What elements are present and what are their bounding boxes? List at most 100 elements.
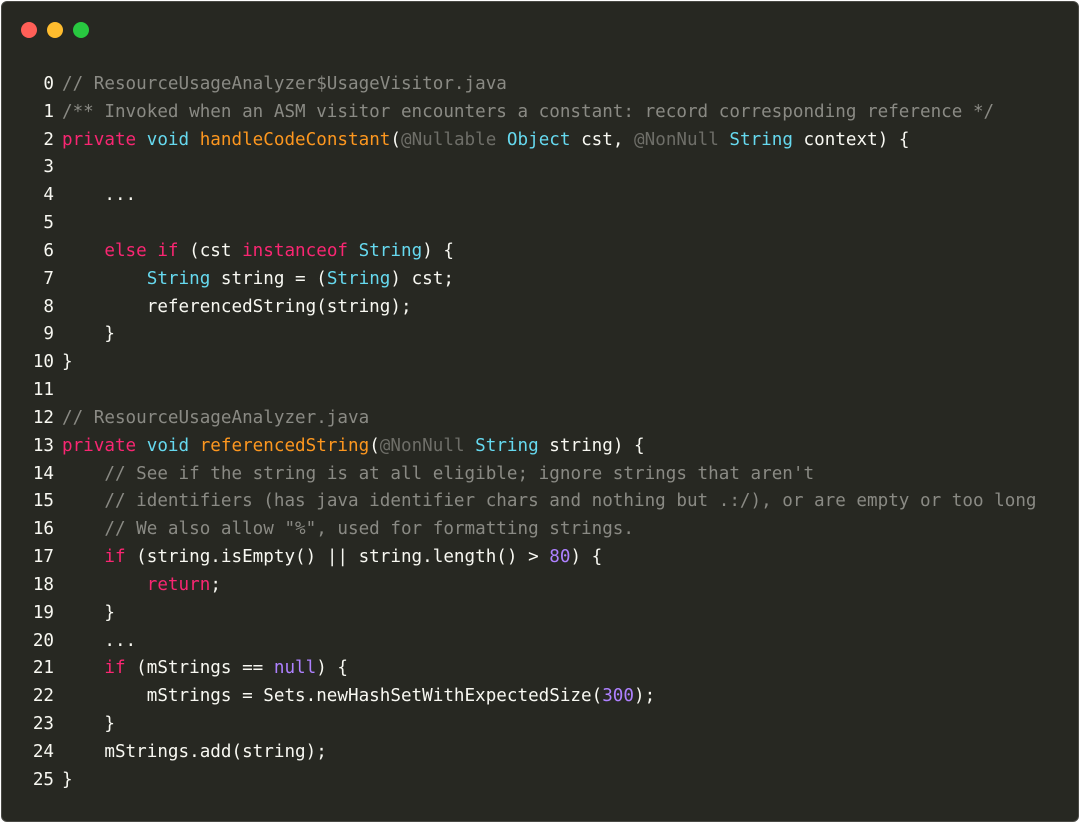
code-token-comment: // identifiers (has java identifier char…: [104, 491, 1037, 512]
code-line: 8 referencedString(string);: [26, 294, 1037, 322]
line-number: 6: [43, 240, 54, 261]
line-number: 17: [32, 547, 54, 568]
code-line: 21 if (mStrings == null) {: [26, 655, 1037, 683]
code-token-comment: // ResourceUsageAnalyzer.java: [62, 407, 370, 428]
code-text: }: [62, 321, 115, 349]
code-text: // See if the string is at all eligible;…: [62, 461, 814, 489]
line-number: 25: [32, 769, 54, 790]
code-token-plain: context) {: [792, 129, 910, 150]
code-token-plain: ) {: [316, 658, 349, 679]
code-text: ...: [62, 628, 136, 656]
code-token-keyword: return: [146, 574, 211, 595]
code-line: 2 private void handleCodeConstant(@Nullab…: [26, 127, 1037, 155]
code-text: }: [62, 600, 115, 628]
code-token-comment: // ResourceUsageAnalyzer$UsageVisitor.ja…: [62, 74, 507, 94]
code-token-func: referencedString: [199, 435, 370, 456]
code-token-number: 300: [602, 686, 634, 707]
code-line: 4 ...: [26, 182, 1037, 210]
code-line: 10}: [26, 349, 1037, 377]
code-text: if (mStrings == null) {: [62, 655, 348, 683]
code-token-plain: mStrings.add(string);: [62, 741, 327, 762]
code-token-plain: referencedString(string);: [62, 296, 412, 317]
code-text: /** Invoked when an ASM visitor encounte…: [62, 99, 994, 127]
code-token-plain: ;: [210, 574, 221, 595]
code-token-keyword: instanceof: [242, 240, 349, 261]
code-token-plain: (: [390, 129, 401, 150]
code-token-plain: (cst: [178, 240, 243, 261]
code-token-keyword: if: [104, 547, 126, 568]
code-token-keyword: if: [157, 240, 179, 261]
code-text: mStrings.add(string);: [62, 739, 327, 767]
code-text: ...: [62, 182, 136, 210]
code-token-plain: }: [62, 352, 73, 373]
code-line: 0 // ResourceUsageAnalyzer$UsageVisitor.j…: [26, 71, 1037, 99]
line-number: 4: [43, 185, 54, 206]
code-line: 22 mStrings = Sets.newHashSetWithExpecte…: [26, 683, 1037, 711]
code-token-plain: );: [634, 686, 656, 707]
code-token-type: String: [729, 129, 793, 150]
code-token-annot: @NonNull: [634, 129, 719, 150]
code-token-plain: ...: [62, 630, 137, 651]
code-text: else if (cst instanceof String) {: [62, 238, 454, 266]
line-number: 22: [32, 686, 54, 707]
code-token-plain: }: [62, 602, 115, 623]
code-token-type: void: [146, 129, 190, 150]
code-token-type: String: [358, 240, 423, 261]
line-number: 5: [43, 213, 54, 234]
code-token-plain: ...: [62, 185, 137, 206]
code-token-keyword: private: [62, 435, 137, 456]
code-text: // We also allow "%", used for formattin…: [62, 516, 634, 544]
code-token-plain: }: [62, 714, 115, 735]
minimize-button[interactable]: [47, 22, 63, 38]
code-line: 18 return;: [26, 572, 1037, 600]
code-token-annot: @NonNull: [379, 435, 465, 456]
code-line: 19 }: [26, 600, 1037, 628]
code-token-comment: // We also allow "%", used for formattin…: [104, 519, 634, 540]
line-number: 11: [32, 380, 54, 401]
code-token-plain: ) cst;: [390, 268, 454, 289]
line-number: 15: [32, 491, 54, 512]
code-line: 14 // See if the string is at all eligib…: [26, 461, 1037, 489]
line-number: 7: [43, 268, 54, 289]
code-token-plain: (string.isEmpty() || string.length() >: [125, 547, 550, 568]
code-text: }: [62, 767, 73, 795]
code-token-type: void: [146, 435, 190, 456]
code-text: referencedString(string);: [62, 294, 412, 322]
line-number: 16: [32, 519, 54, 540]
code-line: 7 String string = (String) cst;: [26, 266, 1037, 294]
code-line: 1 /** Invoked when an ASM visitor encount…: [26, 99, 1037, 127]
code-window: 0 // ResourceUsageAnalyzer$UsageVisitor.j…: [1, 1, 1079, 822]
line-number: 10: [32, 352, 54, 373]
code-token-plain: ) {: [570, 547, 603, 568]
line-number: 12: [32, 407, 54, 428]
code-token-plain: (mStrings ==: [125, 658, 274, 679]
code-line: 9 }: [26, 321, 1037, 349]
code-token-keyword: else: [104, 240, 147, 261]
code-token-plain: }: [62, 324, 115, 345]
code-line: 15 // identifiers (has java identifier c…: [26, 488, 1037, 516]
code-line: 23 }: [26, 711, 1037, 739]
close-button[interactable]: [21, 22, 37, 38]
code-token-number: null: [273, 658, 317, 679]
code-token-plain: (: [369, 435, 380, 456]
code-token-plain: string) {: [538, 435, 645, 456]
code-line: 11: [26, 377, 1037, 405]
code-line: 3: [26, 154, 1037, 182]
line-number: 23: [32, 714, 54, 735]
line-number: 21: [32, 658, 54, 679]
line-number: 24: [32, 741, 54, 762]
code-token-number: 80: [549, 547, 571, 568]
zoom-button[interactable]: [73, 22, 89, 38]
